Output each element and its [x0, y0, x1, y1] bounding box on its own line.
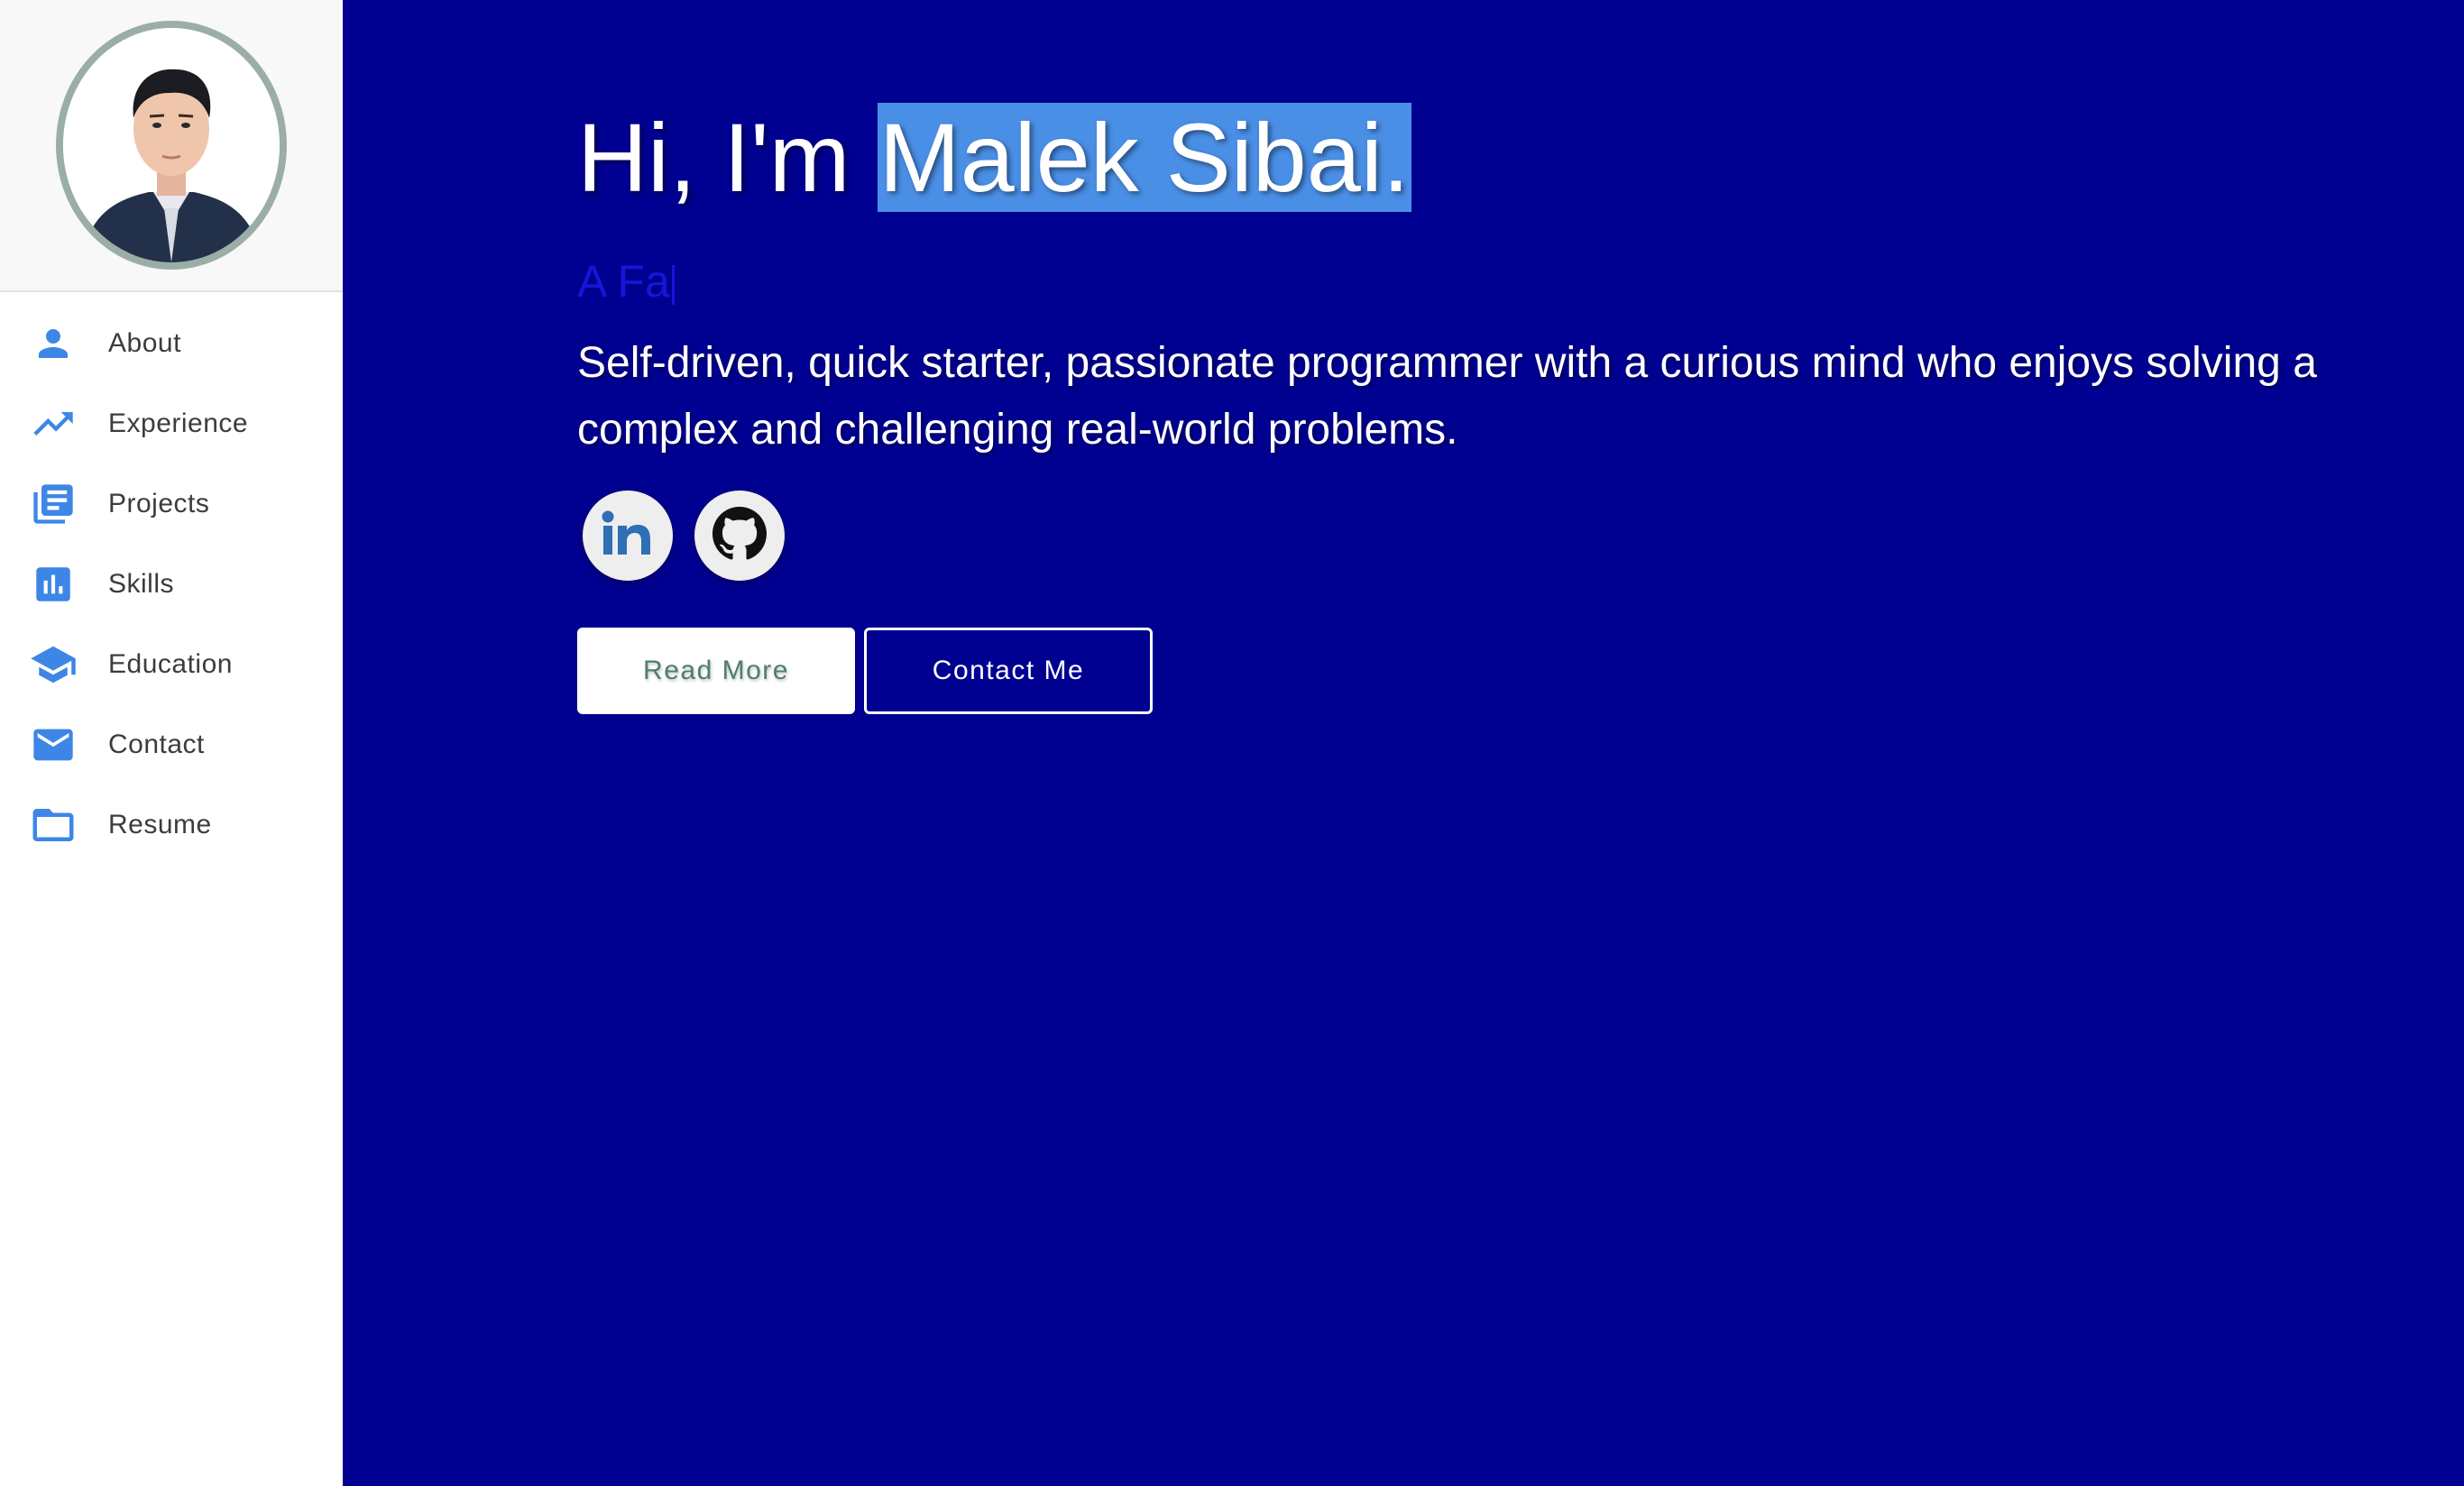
sidebar-item-label: Contact	[108, 729, 205, 759]
greeting-text: Hi, I'm	[577, 103, 878, 212]
folder-icon	[29, 801, 78, 849]
bio-text: Self-driven, quick starter, passionate p…	[577, 339, 2317, 454]
typed-subtitle: A Fa	[577, 254, 2345, 308]
sidebar-item-experience[interactable]: Experience	[0, 383, 343, 463]
sidebar-item-education[interactable]: Education	[0, 624, 343, 704]
sidebar-item-about[interactable]: About	[0, 303, 343, 383]
sidebar-item-label: About	[108, 327, 181, 358]
avatar	[56, 21, 287, 270]
sidebar: About Experience Projects Skills Educati…	[0, 0, 343, 1486]
sidebar-item-label: Education	[108, 648, 233, 679]
page: About Experience Projects Skills Educati…	[0, 0, 2464, 1486]
mail-icon	[29, 720, 78, 769]
sidebar-item-label: Skills	[108, 568, 175, 599]
person-icon	[29, 319, 78, 368]
graduation-cap-icon	[29, 640, 78, 689]
profile-photo	[63, 28, 280, 262]
sidebar-item-projects[interactable]: Projects	[0, 463, 343, 544]
sidebar-item-label: Projects	[108, 488, 210, 518]
sidebar-item-label: Resume	[108, 809, 212, 839]
github-icon	[713, 506, 767, 565]
linkedin-icon	[598, 504, 657, 568]
main-content: Hi, I'm Malek Sibai. A Fa Self-driven, q…	[343, 0, 2464, 1486]
typing-cursor	[671, 264, 675, 305]
sidebar-item-contact[interactable]: Contact	[0, 704, 343, 784]
hero-section: Hi, I'm Malek Sibai. A Fa Self-driven, q…	[577, 99, 2345, 714]
page-title: Hi, I'm Malek Sibai.	[577, 99, 2345, 216]
read-more-button[interactable]: Read More	[577, 628, 855, 714]
library-books-icon	[29, 480, 78, 528]
sidebar-nav: About Experience Projects Skills Educati…	[0, 292, 343, 865]
social-links	[577, 491, 2345, 581]
hero-buttons: Read More Contact Me	[577, 628, 2345, 714]
sidebar-item-label: Experience	[108, 408, 249, 438]
trending-up-icon	[29, 399, 78, 448]
github-link[interactable]	[694, 491, 785, 581]
name-highlight: Malek Sibai.	[877, 103, 1411, 212]
sidebar-item-skills[interactable]: Skills	[0, 544, 343, 624]
sidebar-item-resume[interactable]: Resume	[0, 784, 343, 865]
contact-me-button[interactable]: Contact Me	[864, 628, 1153, 714]
bar-chart-icon	[29, 560, 78, 609]
typed-text: A Fa	[577, 256, 670, 307]
profile-area	[0, 0, 343, 292]
linkedin-link[interactable]	[583, 491, 673, 581]
